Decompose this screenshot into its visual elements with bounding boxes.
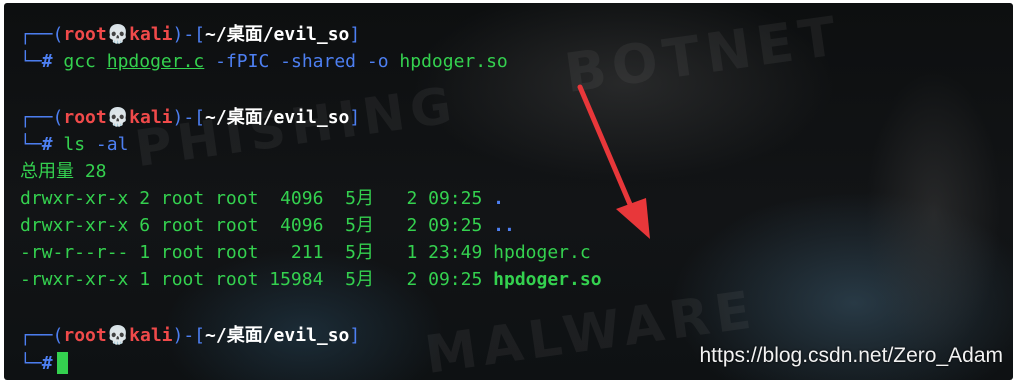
watermark-text: https://blog.csdn.net/Zero_Adam [699, 344, 1003, 367]
annotation-arrow-icon [577, 84, 650, 239]
terminal-window[interactable]: BOTNET PHISHING MALWARE ┌──(root💀kali)-[… [4, 3, 1013, 380]
